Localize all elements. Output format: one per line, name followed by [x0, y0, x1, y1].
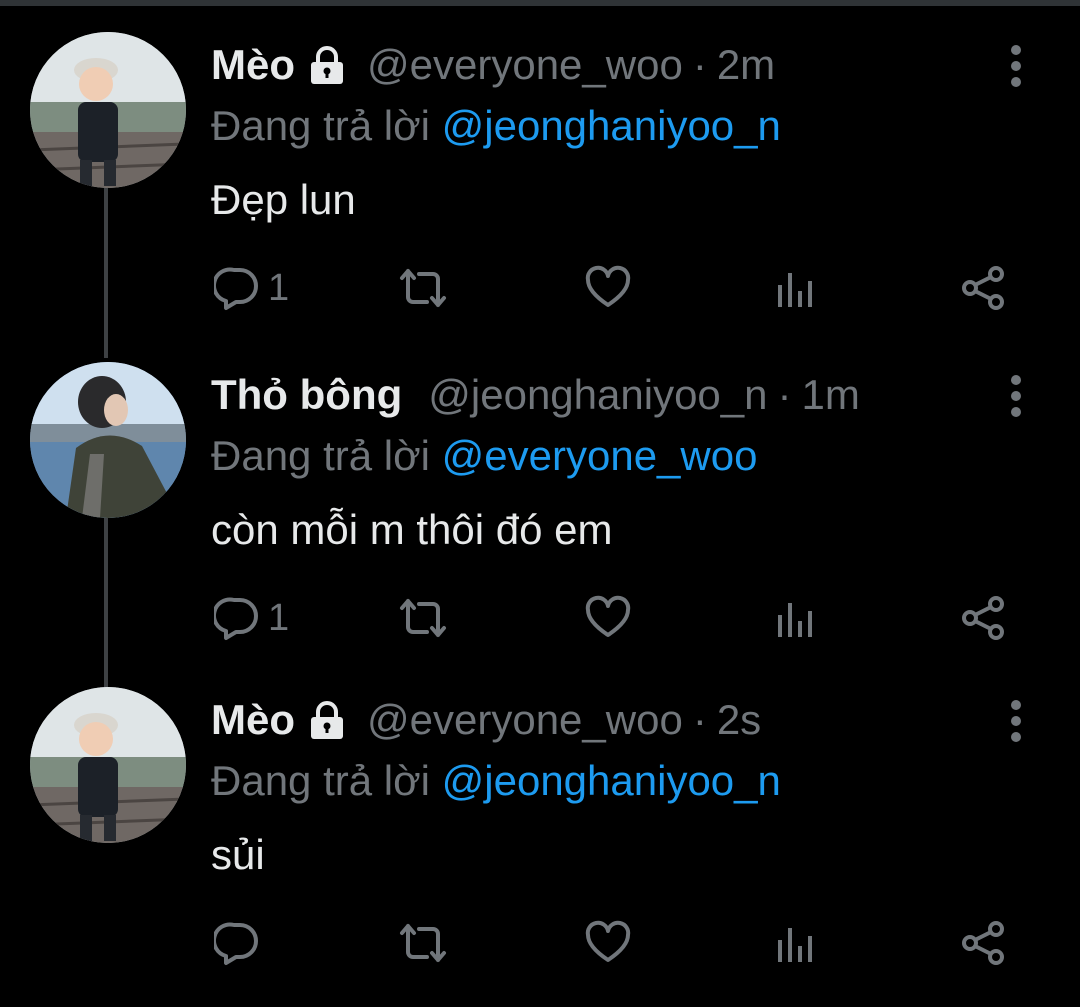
- tweet-header: Mèo @everyone_woo · 2s: [211, 693, 761, 747]
- like-button[interactable]: [585, 913, 631, 973]
- retweet-icon: [400, 269, 446, 307]
- tweet-text: Đẹp lun: [211, 176, 356, 223]
- more-icon[interactable]: [1004, 44, 1028, 88]
- tweet-header: Mèo @everyone_woo · 2m: [211, 38, 775, 92]
- like-button[interactable]: [585, 588, 631, 648]
- action-bar: [0, 913, 1080, 973]
- lock-icon: [311, 46, 343, 84]
- reply-prefix: Đang trả lời: [211, 432, 430, 479]
- replying-to: Đang trả lời @jeonghaniyoo_n: [211, 102, 781, 150]
- lock-icon: [311, 701, 343, 739]
- retweet-button[interactable]: [398, 913, 448, 973]
- reply-prefix: Đang trả lời: [211, 757, 430, 804]
- comment-icon: [214, 922, 258, 965]
- handle[interactable]: @jeonghaniyoo_n: [428, 371, 767, 419]
- like-icon: [585, 265, 631, 307]
- share-icon: [962, 921, 1004, 965]
- like-button[interactable]: [585, 258, 631, 318]
- reply-prefix: Đang trả lời: [211, 102, 430, 149]
- display-name[interactable]: Mèo: [211, 41, 295, 89]
- tweet[interactable]: Mèo @everyone_woo · 2m Đang trả lời @jeo…: [0, 32, 1080, 352]
- reply-mention[interactable]: @jeonghaniyoo_n: [442, 757, 781, 804]
- reply-mention[interactable]: @everyone_woo: [442, 432, 758, 479]
- reply-count: 1: [268, 596, 290, 639]
- tweet[interactable]: Mèo @everyone_woo · 2s Đang trả lời @jeo…: [0, 687, 1080, 1007]
- retweet-icon: [400, 924, 446, 962]
- action-bar: 1: [0, 588, 1080, 648]
- share-icon: [962, 596, 1004, 640]
- analytics-button[interactable]: [776, 913, 816, 973]
- share-button[interactable]: [960, 913, 1006, 973]
- retweet-icon: [400, 599, 446, 637]
- reply-button[interactable]: 1: [214, 588, 289, 648]
- share-icon: [962, 266, 1004, 310]
- separator: ·: [777, 371, 792, 418]
- analytics-icon: [778, 603, 812, 637]
- analytics-icon: [778, 928, 812, 962]
- reply-button[interactable]: 1: [214, 258, 289, 318]
- comment-icon: [214, 597, 258, 640]
- replying-to: Đang trả lời @jeonghaniyoo_n: [211, 757, 781, 805]
- reply-button[interactable]: [214, 913, 268, 973]
- tweet-text: sủi: [211, 831, 265, 878]
- retweet-button[interactable]: [398, 588, 448, 648]
- analytics-button[interactable]: [776, 258, 816, 318]
- tweet-header: Thỏ bông @jeonghaniyoo_n · 1m: [211, 368, 860, 422]
- handle[interactable]: @everyone_woo: [367, 41, 683, 89]
- avatar[interactable]: [30, 687, 186, 843]
- replying-to: Đang trả lời @everyone_woo: [211, 432, 757, 480]
- avatar[interactable]: [30, 362, 186, 518]
- avatar[interactable]: [30, 32, 186, 188]
- timestamp[interactable]: 1m: [802, 371, 860, 419]
- action-bar: 1: [0, 258, 1080, 318]
- analytics-button[interactable]: [776, 588, 816, 648]
- share-button[interactable]: [960, 258, 1006, 318]
- display-name[interactable]: Mèo: [211, 696, 295, 744]
- more-icon[interactable]: [1004, 374, 1028, 418]
- timestamp[interactable]: 2m: [717, 41, 775, 89]
- display-name[interactable]: Thỏ bông: [211, 371, 402, 419]
- share-button[interactable]: [960, 588, 1006, 648]
- retweet-button[interactable]: [398, 258, 448, 318]
- comment-icon: [214, 267, 258, 310]
- like-icon: [585, 595, 631, 637]
- top-divider: [0, 0, 1080, 6]
- tweet[interactable]: Thỏ bông @jeonghaniyoo_n · 1m Đang trả l…: [0, 362, 1080, 682]
- separator: ·: [692, 696, 707, 743]
- separator: ·: [692, 41, 707, 88]
- like-icon: [585, 920, 631, 962]
- timestamp[interactable]: 2s: [717, 696, 761, 744]
- reply-mention[interactable]: @jeonghaniyoo_n: [442, 102, 781, 149]
- tweet-text: còn mỗi m thôi đó em: [211, 506, 613, 553]
- reply-count: 1: [268, 266, 290, 309]
- handle[interactable]: @everyone_woo: [367, 696, 683, 744]
- analytics-icon: [778, 273, 812, 307]
- more-icon[interactable]: [1004, 699, 1028, 743]
